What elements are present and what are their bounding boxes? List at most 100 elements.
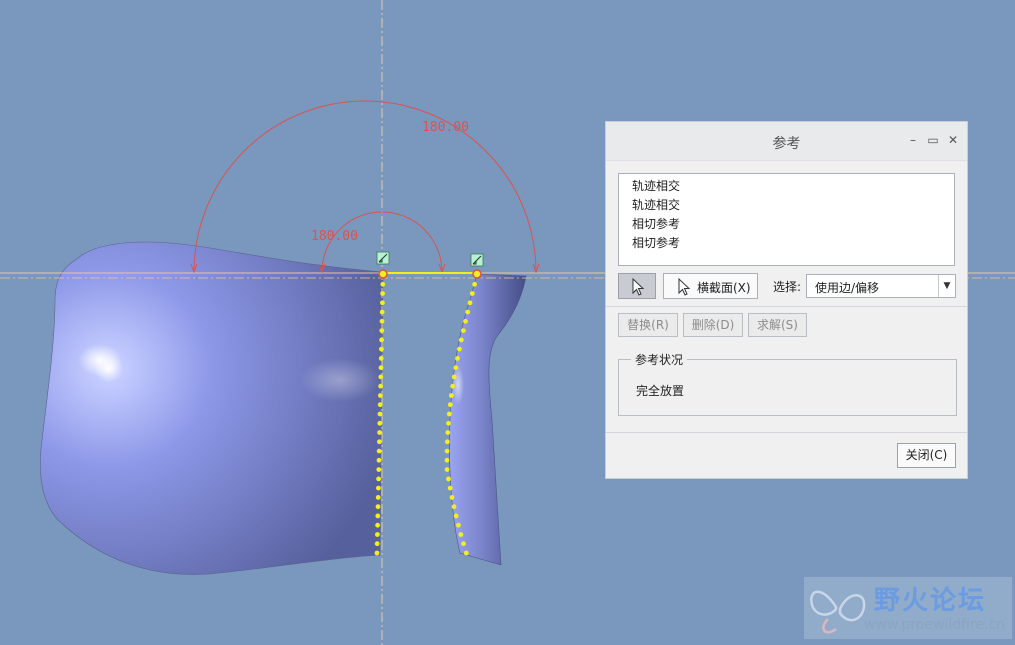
trajectory-point: [375, 532, 380, 537]
reference-list[interactable]: 轨迹相交 轨迹相交 相切参考 相切参考: [618, 173, 955, 266]
trajectory-point: [376, 467, 382, 472]
trajectory-point: [449, 495, 455, 500]
reference-status-group: 参考状况 完全放置: [618, 351, 957, 416]
trajectory-point: [465, 309, 471, 315]
trajectory-point: [379, 337, 384, 343]
dialog-titlebar[interactable]: 参考 – ▭ ✕: [606, 122, 967, 161]
trajectory-point: [376, 457, 382, 463]
list-item[interactable]: 相切参考: [632, 215, 954, 234]
dimension-outer-label[interactable]: 180.00: [422, 120, 469, 135]
trajectory-point: [458, 337, 464, 343]
close-icon[interactable]: ✕: [946, 133, 960, 147]
trajectory-point: [378, 374, 384, 380]
trajectory-point: [375, 504, 381, 510]
cursor-arrow-icon: [678, 277, 691, 296]
status-text: 完全放置: [636, 384, 685, 398]
trajectory-point: [379, 318, 385, 324]
trajectory-point: [463, 550, 469, 556]
blend-surface-body[interactable]: [39, 241, 384, 575]
trajectory-point: [461, 541, 466, 547]
reference-dialog: 参考 – ▭ ✕ 轨迹相交 轨迹相交 相切参考 相切参考 横截面(X) 选择: …: [605, 121, 968, 479]
trajectory-point: [451, 374, 457, 380]
select-label: 选择:: [773, 280, 802, 294]
trajectory-point: [378, 356, 384, 361]
trajectory-point: [377, 402, 383, 408]
trajectory-point: [455, 356, 460, 361]
trajectory-point: [378, 365, 384, 371]
minimize-icon[interactable]: –: [906, 133, 920, 147]
trajectory-point: [451, 504, 457, 510]
trajectory-point: [472, 281, 477, 287]
trajectory-point: [378, 383, 383, 389]
trajectory-point: [463, 318, 468, 324]
divider: [606, 432, 967, 433]
surface-highlight: [78, 344, 122, 376]
trajectory-point: [377, 420, 383, 426]
trajectory-point: [461, 328, 466, 333]
select-value: 使用边/偏移: [815, 281, 880, 295]
trajectory-point: [375, 513, 381, 519]
watermark-logo: 野火论坛 www.proewildfire.cn: [804, 577, 1012, 639]
trajectory-point: [450, 383, 456, 389]
butterfly-logo-icon: [810, 590, 866, 634]
cross-section-label: 横截面(X): [697, 281, 751, 295]
list-item[interactable]: 轨迹相交: [632, 196, 954, 215]
trajectory-point: [376, 448, 382, 454]
replace-button[interactable]: 替换(R): [618, 313, 678, 337]
trajectory-point: [445, 439, 450, 445]
trajectory-point: [458, 532, 464, 537]
trajectory-point: [457, 346, 462, 352]
trajectory-point: [453, 513, 459, 519]
trajectory-point: [444, 467, 450, 472]
trajectory-point: [446, 420, 451, 426]
trajectory-point: [453, 365, 459, 371]
trajectory-point: [447, 402, 453, 408]
list-item[interactable]: 轨迹相交: [632, 177, 954, 196]
solve-button[interactable]: 求解(S): [748, 313, 807, 337]
trajectory-point: [446, 411, 452, 417]
close-button[interactable]: 关闭(C): [897, 443, 956, 468]
trajectory-point: [374, 550, 380, 556]
delete-button[interactable]: 删除(D): [683, 313, 743, 337]
trajectory-point: [380, 281, 386, 287]
watermark-title: 野火论坛: [874, 586, 987, 616]
chevron-down-icon[interactable]: ▼: [938, 275, 955, 297]
trajectory-point: [380, 291, 385, 296]
trajectory-point: [380, 300, 385, 306]
trajectory-point: [377, 430, 382, 435]
surface-highlight-2: [300, 358, 380, 402]
trajectory-point: [379, 328, 385, 333]
trajectory-point: [374, 541, 380, 547]
trajectory-point: [379, 309, 385, 315]
trajectory-point: [378, 393, 383, 398]
divider: [606, 306, 967, 307]
status-group-label: 参考状况: [631, 351, 688, 368]
trajectory-point: [444, 448, 450, 454]
trajectory-point: [377, 439, 382, 445]
trajectory-point: [379, 346, 384, 352]
trajectory-point: [449, 393, 454, 398]
dimension-inner-label[interactable]: 180.00: [311, 229, 358, 244]
trajectory-point: [467, 300, 473, 306]
trajectory-point: [375, 522, 380, 528]
trajectory-point: [446, 476, 451, 482]
select-dropdown[interactable]: 使用边/偏移 ▼: [806, 274, 956, 298]
maximize-icon[interactable]: ▭: [926, 133, 940, 147]
dimension-arc-outer: [193, 100, 537, 273]
trajectory-point: [445, 430, 451, 435]
tangent-reference-marker-1[interactable]: [376, 251, 390, 279]
trajectory-point: [376, 485, 381, 491]
blend-surface-sliver[interactable]: [449, 273, 527, 566]
trajectory-point: [447, 485, 453, 491]
tangent-reference-marker-2[interactable]: [470, 253, 484, 279]
select-arrow-button[interactable]: [618, 273, 656, 299]
trajectory-point: [469, 291, 475, 296]
trajectory-point: [375, 495, 381, 500]
reference-tools-row: 横截面(X) 选择: 使用边/偏移 ▼: [618, 273, 957, 299]
trajectory-point: [456, 522, 461, 528]
cross-section-button[interactable]: 横截面(X): [663, 273, 758, 299]
list-item[interactable]: 相切参考: [632, 234, 954, 253]
trajectory-point: [444, 457, 450, 463]
trajectory-point: [377, 411, 383, 417]
cursor-arrow-icon: [632, 277, 645, 296]
